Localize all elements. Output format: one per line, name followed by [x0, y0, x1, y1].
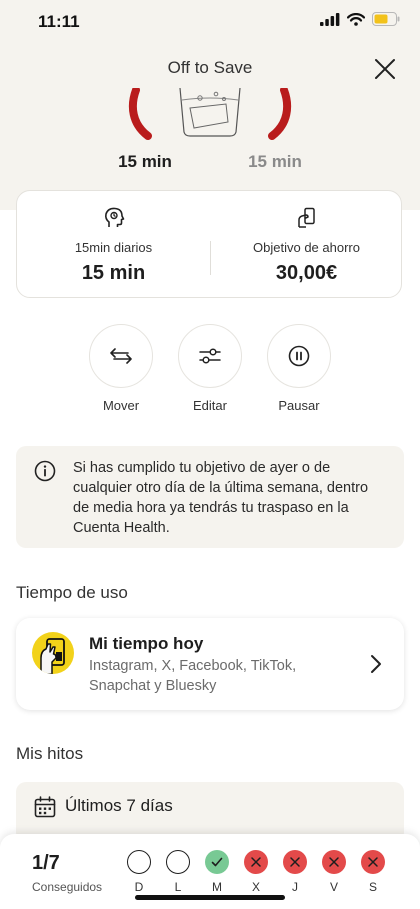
- target-time-value: 15 min: [248, 152, 302, 171]
- edit-button-circle[interactable]: [178, 324, 242, 388]
- head-focus-icon: [104, 207, 124, 227]
- signal-icon: [320, 12, 340, 26]
- phone-hand-avatar: [32, 632, 74, 674]
- info-text: Si has cumplido tu objetivo de ayer o de…: [73, 460, 369, 536]
- info-icon: [34, 460, 56, 482]
- close-icon: [375, 59, 395, 79]
- empty-circle-icon: [127, 850, 151, 874]
- usage-subtitle: Instagram, X, Facebook, TikTok, Snapchat…: [89, 658, 297, 694]
- edit-button[interactable]: Editar: [175, 324, 245, 413]
- calendar-icon: [34, 796, 56, 818]
- edit-label: Editar: [193, 398, 227, 413]
- sliders-icon: [199, 348, 221, 364]
- cross-icon: [283, 850, 307, 874]
- phone-hand-icon: [297, 207, 315, 228]
- my-time-today-card[interactable]: Mi tiempo hoy Instagram, X, Facebook, Ti…: [16, 618, 404, 710]
- day-j: J: [282, 850, 308, 894]
- day-label: J: [292, 880, 298, 894]
- empty-circle-icon: [166, 850, 190, 874]
- usage-title: Mi tiempo hoy: [89, 634, 204, 653]
- pause-button-circle[interactable]: [267, 324, 331, 388]
- jar-icon: [179, 88, 241, 137]
- day-d: D: [126, 850, 152, 894]
- day-m: M: [204, 850, 230, 894]
- cross-icon: [322, 850, 346, 874]
- milestones-section-title: Mis hitos: [16, 744, 84, 763]
- day-label: L: [174, 880, 182, 894]
- daily-limit-value: 15 min: [81, 262, 146, 284]
- daily-limit-block: 15min diarios 15 min: [17, 191, 210, 299]
- day-s: S: [360, 850, 386, 894]
- day-x: X: [243, 850, 269, 894]
- status-bar: 11:11: [0, 0, 420, 46]
- swap-arrows-icon: [110, 348, 132, 364]
- pause-button[interactable]: Pausar: [264, 324, 334, 413]
- pause-icon: [288, 345, 310, 367]
- day-label: S: [368, 880, 377, 894]
- day-label: M: [212, 880, 222, 894]
- battery-icon: [372, 12, 400, 26]
- status-icons: [320, 12, 400, 26]
- day-label: D: [134, 880, 144, 894]
- check-icon: [205, 850, 229, 874]
- chevron-right-icon: [371, 655, 381, 673]
- progress-graphic: [128, 88, 292, 140]
- close-button[interactable]: [370, 54, 400, 84]
- pause-label: Pausar: [278, 398, 320, 413]
- last-7-days-header: Últimos 7 días: [16, 782, 404, 842]
- current-time-value: 15 min: [118, 152, 172, 171]
- achieved-label: Conseguidos: [32, 880, 103, 894]
- info-banner: Si has cumplido tu objetivo de ayer o de…: [16, 446, 404, 548]
- achieved-count: 1/7: [32, 852, 60, 874]
- move-button-circle[interactable]: [89, 324, 153, 388]
- day-label: V: [329, 880, 338, 894]
- day-l: L: [165, 850, 191, 894]
- day-label: X: [251, 880, 260, 894]
- daily-limit-label: 15min diarios: [74, 240, 153, 255]
- cross-icon: [361, 850, 385, 874]
- page-title: Off to Save: [167, 58, 253, 77]
- status-time: 11:11: [38, 12, 80, 31]
- savings-goal-block: Objetivo de ahorro 30,00€: [210, 191, 403, 299]
- day-v: V: [321, 850, 347, 894]
- savings-goal-label: Objetivo de ahorro: [253, 240, 360, 255]
- summary-card: 15min diarios 15 min Objetivo de ahorro …: [16, 190, 402, 298]
- move-button[interactable]: Mover: [86, 324, 156, 413]
- savings-goal-value: 30,00€: [275, 262, 338, 284]
- cross-icon: [244, 850, 268, 874]
- wifi-icon: [347, 12, 365, 26]
- home-indicator: [135, 895, 285, 900]
- usage-section-title: Tiempo de uso: [16, 583, 128, 602]
- phone-hand-illustration-icon: [40, 638, 65, 674]
- last-7-days-label: Últimos 7 días: [65, 796, 173, 815]
- move-label: Mover: [102, 398, 140, 413]
